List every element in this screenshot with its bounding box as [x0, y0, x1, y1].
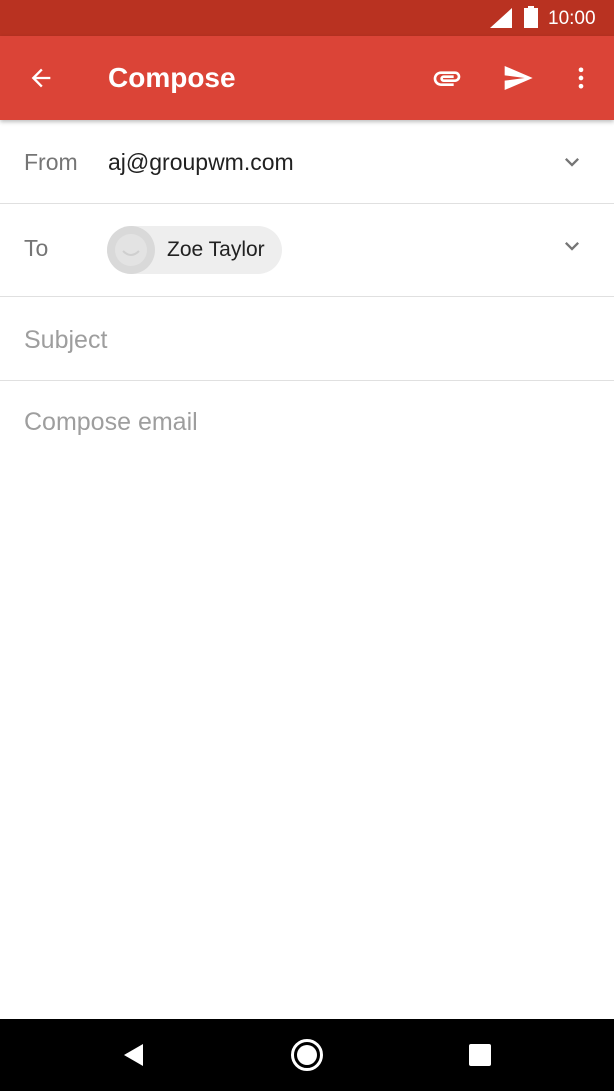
send-button[interactable]	[494, 54, 542, 102]
status-time: 10:00	[548, 8, 596, 29]
to-label: To	[24, 235, 49, 261]
system-nav-bar	[0, 1019, 614, 1091]
avatar	[107, 226, 155, 274]
compose-body-input[interactable]	[24, 408, 590, 988]
chevron-down-icon	[565, 242, 579, 251]
back-button[interactable]	[17, 54, 65, 102]
app-bar: Compose	[0, 36, 614, 120]
from-label: From	[24, 149, 78, 175]
paperclip-icon	[433, 71, 461, 86]
more-vert-icon	[578, 67, 584, 89]
subject-row	[0, 297, 614, 381]
more-options-button[interactable]	[557, 54, 605, 102]
battery-icon	[524, 6, 538, 28]
nav-back-icon	[124, 1044, 143, 1066]
signal-icon	[490, 8, 512, 28]
nav-home-icon	[291, 1039, 323, 1071]
page-title: Compose	[108, 62, 236, 93]
avatar-placeholder-icon	[115, 234, 147, 266]
to-row: To Zoe Taylor	[0, 204, 614, 297]
to-expand-button[interactable]	[556, 230, 588, 262]
subject-input[interactable]	[24, 323, 584, 357]
send-icon	[504, 66, 533, 90]
nav-recents-icon	[469, 1044, 491, 1066]
recipient-chip[interactable]: Zoe Taylor	[107, 226, 282, 274]
nav-back-button[interactable]	[110, 1031, 158, 1079]
status-bar: 10:00	[0, 0, 614, 36]
nav-recents-button[interactable]	[456, 1031, 504, 1079]
attach-button[interactable]	[423, 54, 471, 102]
chevron-down-icon	[565, 158, 579, 167]
arrow-back-icon	[31, 68, 51, 88]
from-expand-button[interactable]	[556, 146, 588, 178]
recipient-name: Zoe Taylor	[167, 238, 265, 261]
nav-home-button[interactable]	[283, 1031, 331, 1079]
from-account-value[interactable]: aj@groupwm.com	[108, 149, 294, 176]
from-row: From aj@groupwm.com	[0, 120, 614, 204]
